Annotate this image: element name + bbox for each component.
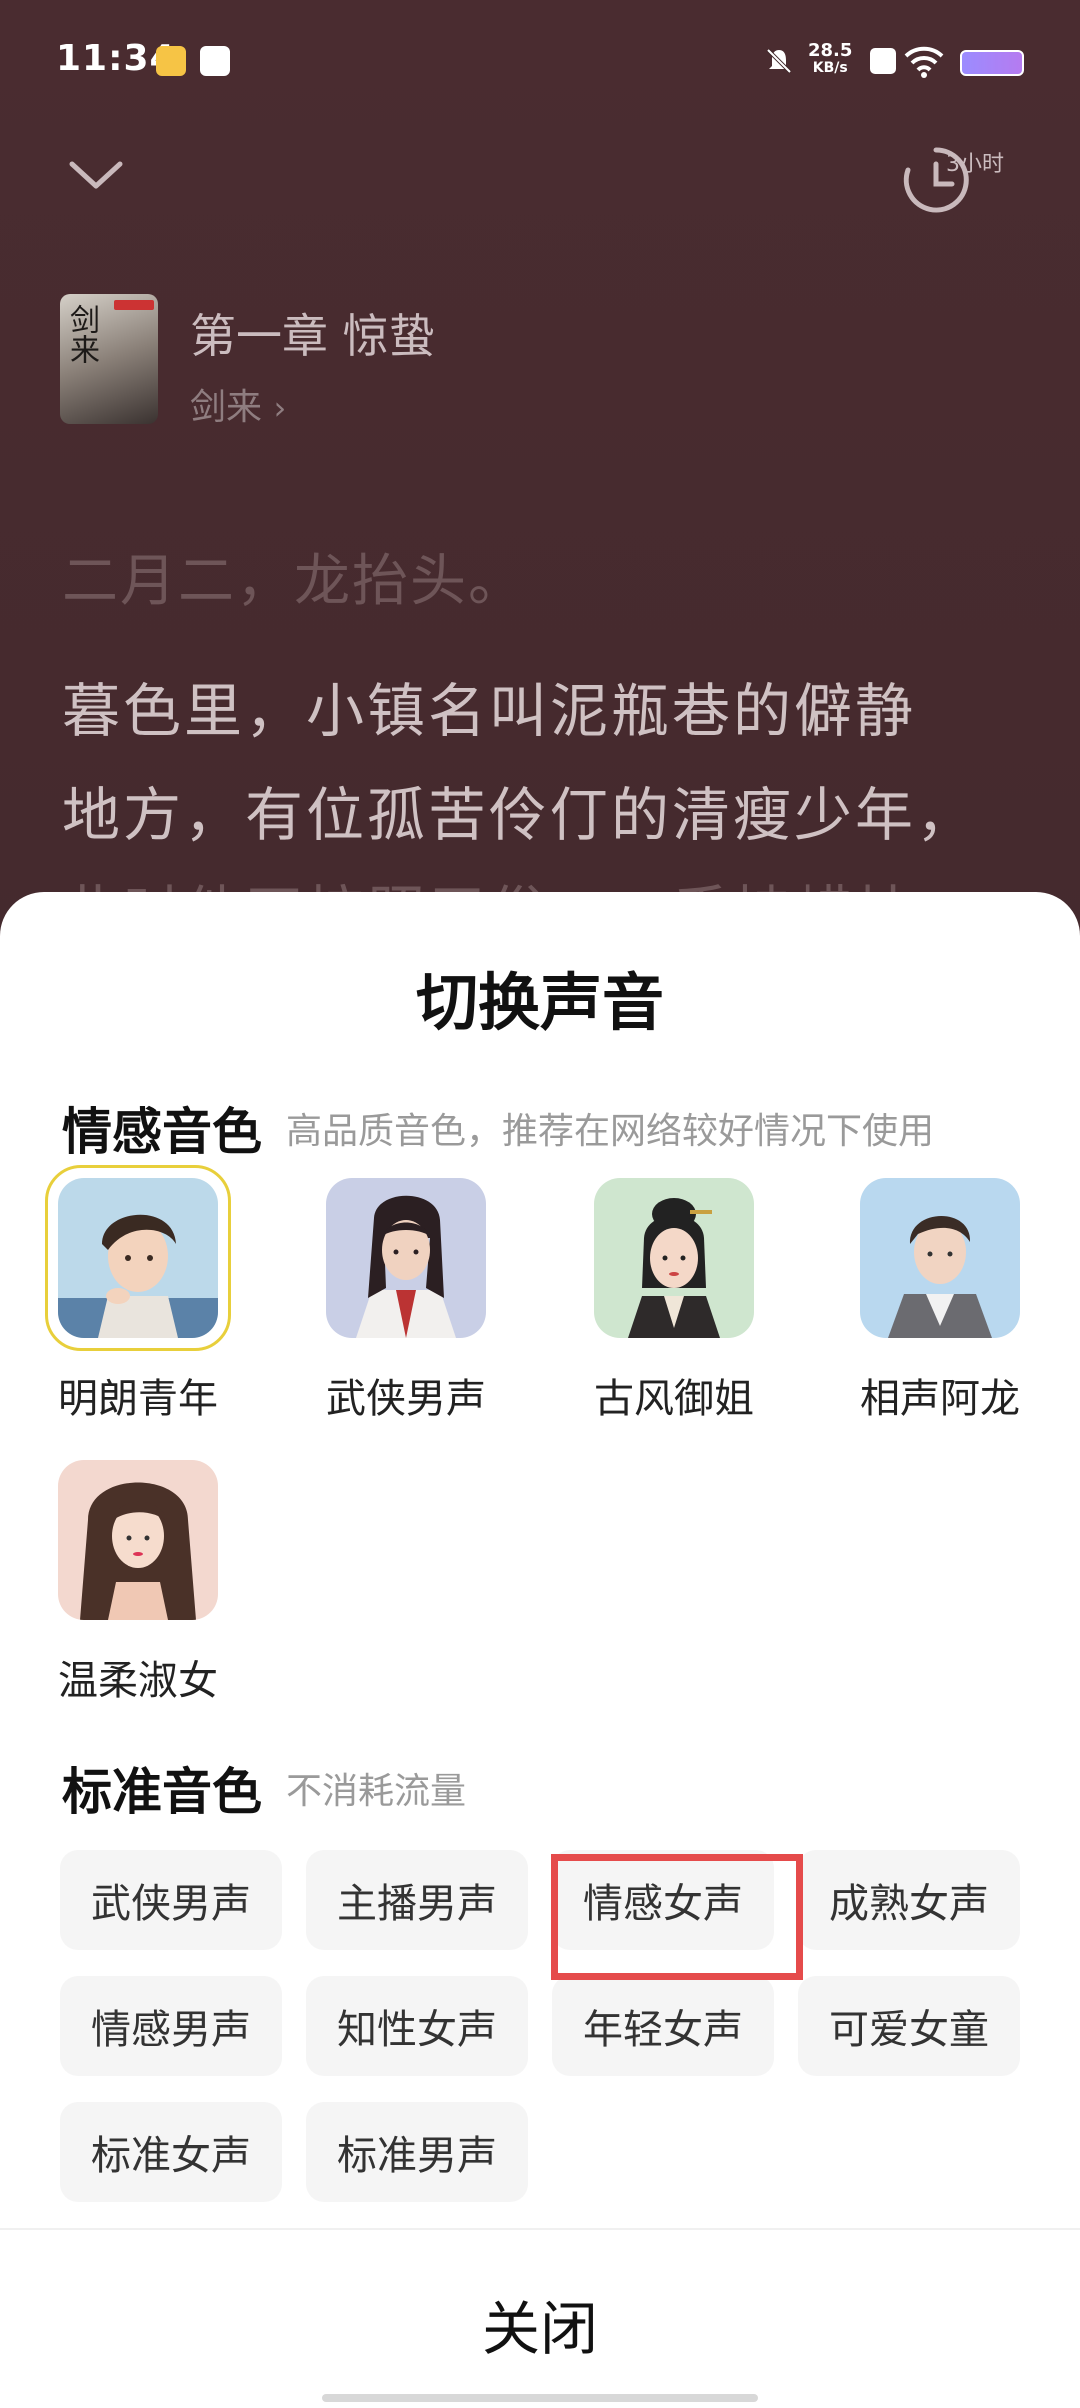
ancient-lady-avatar <box>594 1178 754 1338</box>
x-app-icon <box>870 48 896 74</box>
young-man-avatar <box>58 1178 218 1338</box>
network-speed-unit: KB/s <box>812 60 848 76</box>
cover-title: 剑来 <box>64 304 99 364</box>
book-link[interactable]: 剑来 › <box>190 378 286 430</box>
switch-voice-sheet: 切换声音 情感音色 高品质音色，推荐在网络较好情况下使用 明朗青年 武侠男声 古… <box>0 892 1080 2408</box>
sheet-title: 切换声音 <box>415 966 664 1039</box>
chevron-right-icon: › <box>273 389 287 427</box>
status-icons: 28.5 KB/s <box>764 40 1024 80</box>
book-cover[interactable]: 剑来 <box>60 294 158 424</box>
sleep-timer-label: 3小时 <box>946 152 1004 177</box>
emotional-voice-title: 情感音色 <box>62 1103 262 1161</box>
swordsman-avatar <box>326 1178 486 1338</box>
home-indicator <box>322 2394 758 2402</box>
chapter-title: 第一章 惊蛰 <box>190 309 435 363</box>
voice-option-crosstalk-along[interactable]: 相声阿龙 <box>850 1178 1030 1424</box>
reading-text-line: 暮色里，小镇名叫泥瓶巷的僻静 <box>62 677 917 745</box>
standard-voice-title: 标准音色 <box>62 1763 262 1821</box>
standard-voice-chip[interactable]: 主播男声 <box>306 1850 528 1950</box>
standard-voice-chip[interactable]: 标准女声 <box>60 2102 282 2202</box>
standard-voice-subtitle: 不消耗流量 <box>286 1771 467 1812</box>
standard-voice-chip[interactable]: 可爱女童 <box>798 1976 1020 2076</box>
chevron-down-icon[interactable] <box>66 150 126 200</box>
status-bar: 11:34 28.5 KB/s <box>0 0 1080 120</box>
standard-voice-chip[interactable]: 武侠男声 <box>60 1850 282 1950</box>
gentle-lady-avatar <box>58 1460 218 1620</box>
voice-name: 明朗青年 <box>58 1376 218 1422</box>
message-notification-icon <box>200 46 230 76</box>
standard-voice-chip[interactable]: 成熟女声 <box>798 1850 1020 1950</box>
wifi-icon <box>904 46 944 78</box>
publisher-badge <box>114 300 154 310</box>
voice-name: 相声阿龙 <box>860 1376 1020 1422</box>
book-name: 剑来 <box>190 387 263 428</box>
voice-name: 古风御姐 <box>594 1376 754 1422</box>
app-notification-icon <box>156 46 186 76</box>
battery-icon <box>960 50 1024 76</box>
voice-name: 武侠男声 <box>326 1376 486 1422</box>
emotional-voice-subtitle: 高品质音色，推荐在网络较好情况下使用 <box>286 1111 935 1152</box>
reading-text-line: 二月二，龙抬头。 <box>62 549 526 614</box>
network-speed: 28.5 KB/s <box>808 40 853 77</box>
voice-name: 温柔淑女 <box>58 1658 218 1704</box>
voice-option-wuxia-male[interactable]: 武侠男声 <box>316 1178 496 1424</box>
standard-voice-chip[interactable]: 年轻女声 <box>552 1976 774 2076</box>
network-speed-value: 28.5 <box>808 40 853 61</box>
standard-voice-chip[interactable]: 情感男声 <box>60 1976 282 2076</box>
close-button[interactable]: 关闭 <box>0 2282 1080 2366</box>
reading-text-line: 地方，有位孤苦伶仃的清瘦少年， <box>62 781 978 849</box>
divider <box>0 2228 1080 2230</box>
voice-option-gentle-lady[interactable]: 温柔淑女 <box>48 1460 228 1706</box>
standard-voice-chip[interactable]: 知性女声 <box>306 1976 528 2076</box>
voice-option-bright-youth[interactable]: 明朗青年 <box>45 1165 231 1424</box>
highlight-box <box>551 1854 803 1980</box>
standard-voice-chip[interactable]: 标准男声 <box>306 2102 528 2202</box>
suit-man-avatar <box>860 1178 1020 1338</box>
voice-option-ancient-lady[interactable]: 古风御姐 <box>584 1178 764 1424</box>
mute-bell-icon <box>766 48 792 74</box>
